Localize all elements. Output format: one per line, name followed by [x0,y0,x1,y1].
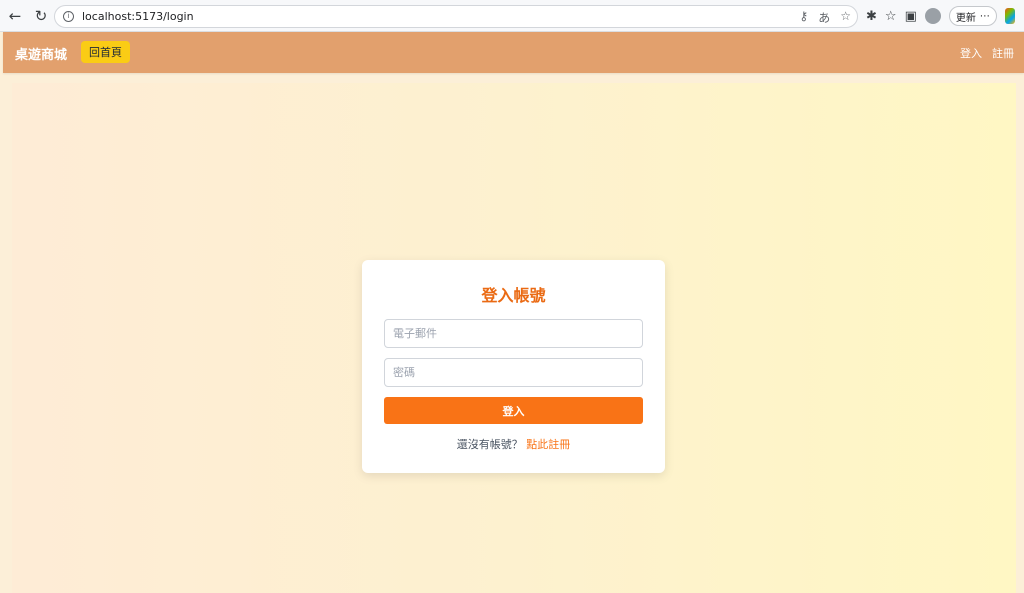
site-header: 桌遊商城 回首頁 登入 註冊 [3,32,1024,73]
extensions-icon[interactable]: ✱ [866,9,877,24]
login-card: 登入帳號 登入 還沒有帳號？ 點此註冊 [362,260,665,473]
password-field[interactable] [384,358,643,387]
update-label: 更新 [955,12,976,24]
read-aloud-icon[interactable]: あ [818,9,830,26]
address-url[interactable]: localhost:5173/login [82,10,194,23]
key-icon[interactable]: ⚷ [799,9,808,26]
collections-icon[interactable]: ▣ [905,9,917,24]
copilot-icon[interactable] [1004,8,1015,24]
email-field[interactable] [384,319,643,348]
brand-logo-text[interactable]: 桌遊商城 [15,44,67,63]
address-bar[interactable]: i localhost:5173/login ⚷ あ ☆ [54,5,858,28]
back-icon[interactable]: ← [4,5,26,27]
reload-icon[interactable]: ↻ [30,5,52,27]
more-icon: ⋯ [979,10,990,22]
favorites-icon[interactable]: ☆ [885,9,897,24]
login-link[interactable]: 登入 [960,45,982,61]
login-title: 登入帳號 [481,286,546,305]
register-link[interactable]: 註冊 [992,45,1014,61]
login-submit-button[interactable]: 登入 [384,397,643,424]
update-button[interactable]: 更新 ⋯ [948,6,997,26]
site-info-icon[interactable]: i [63,11,74,22]
register-prompt: 還沒有帳號？ 點此註冊 [362,436,665,452]
browser-toolbar: ← ↻ i localhost:5173/login ⚷ あ ☆ ✱ ☆ ▣ 更… [0,0,1024,32]
no-account-text: 還沒有帳號？ [456,438,523,451]
profile-avatar[interactable] [924,8,941,24]
home-button[interactable]: 回首頁 [81,41,130,63]
register-here-link[interactable]: 點此註冊 [526,438,570,451]
favorite-star-icon[interactable]: ☆ [840,9,851,26]
